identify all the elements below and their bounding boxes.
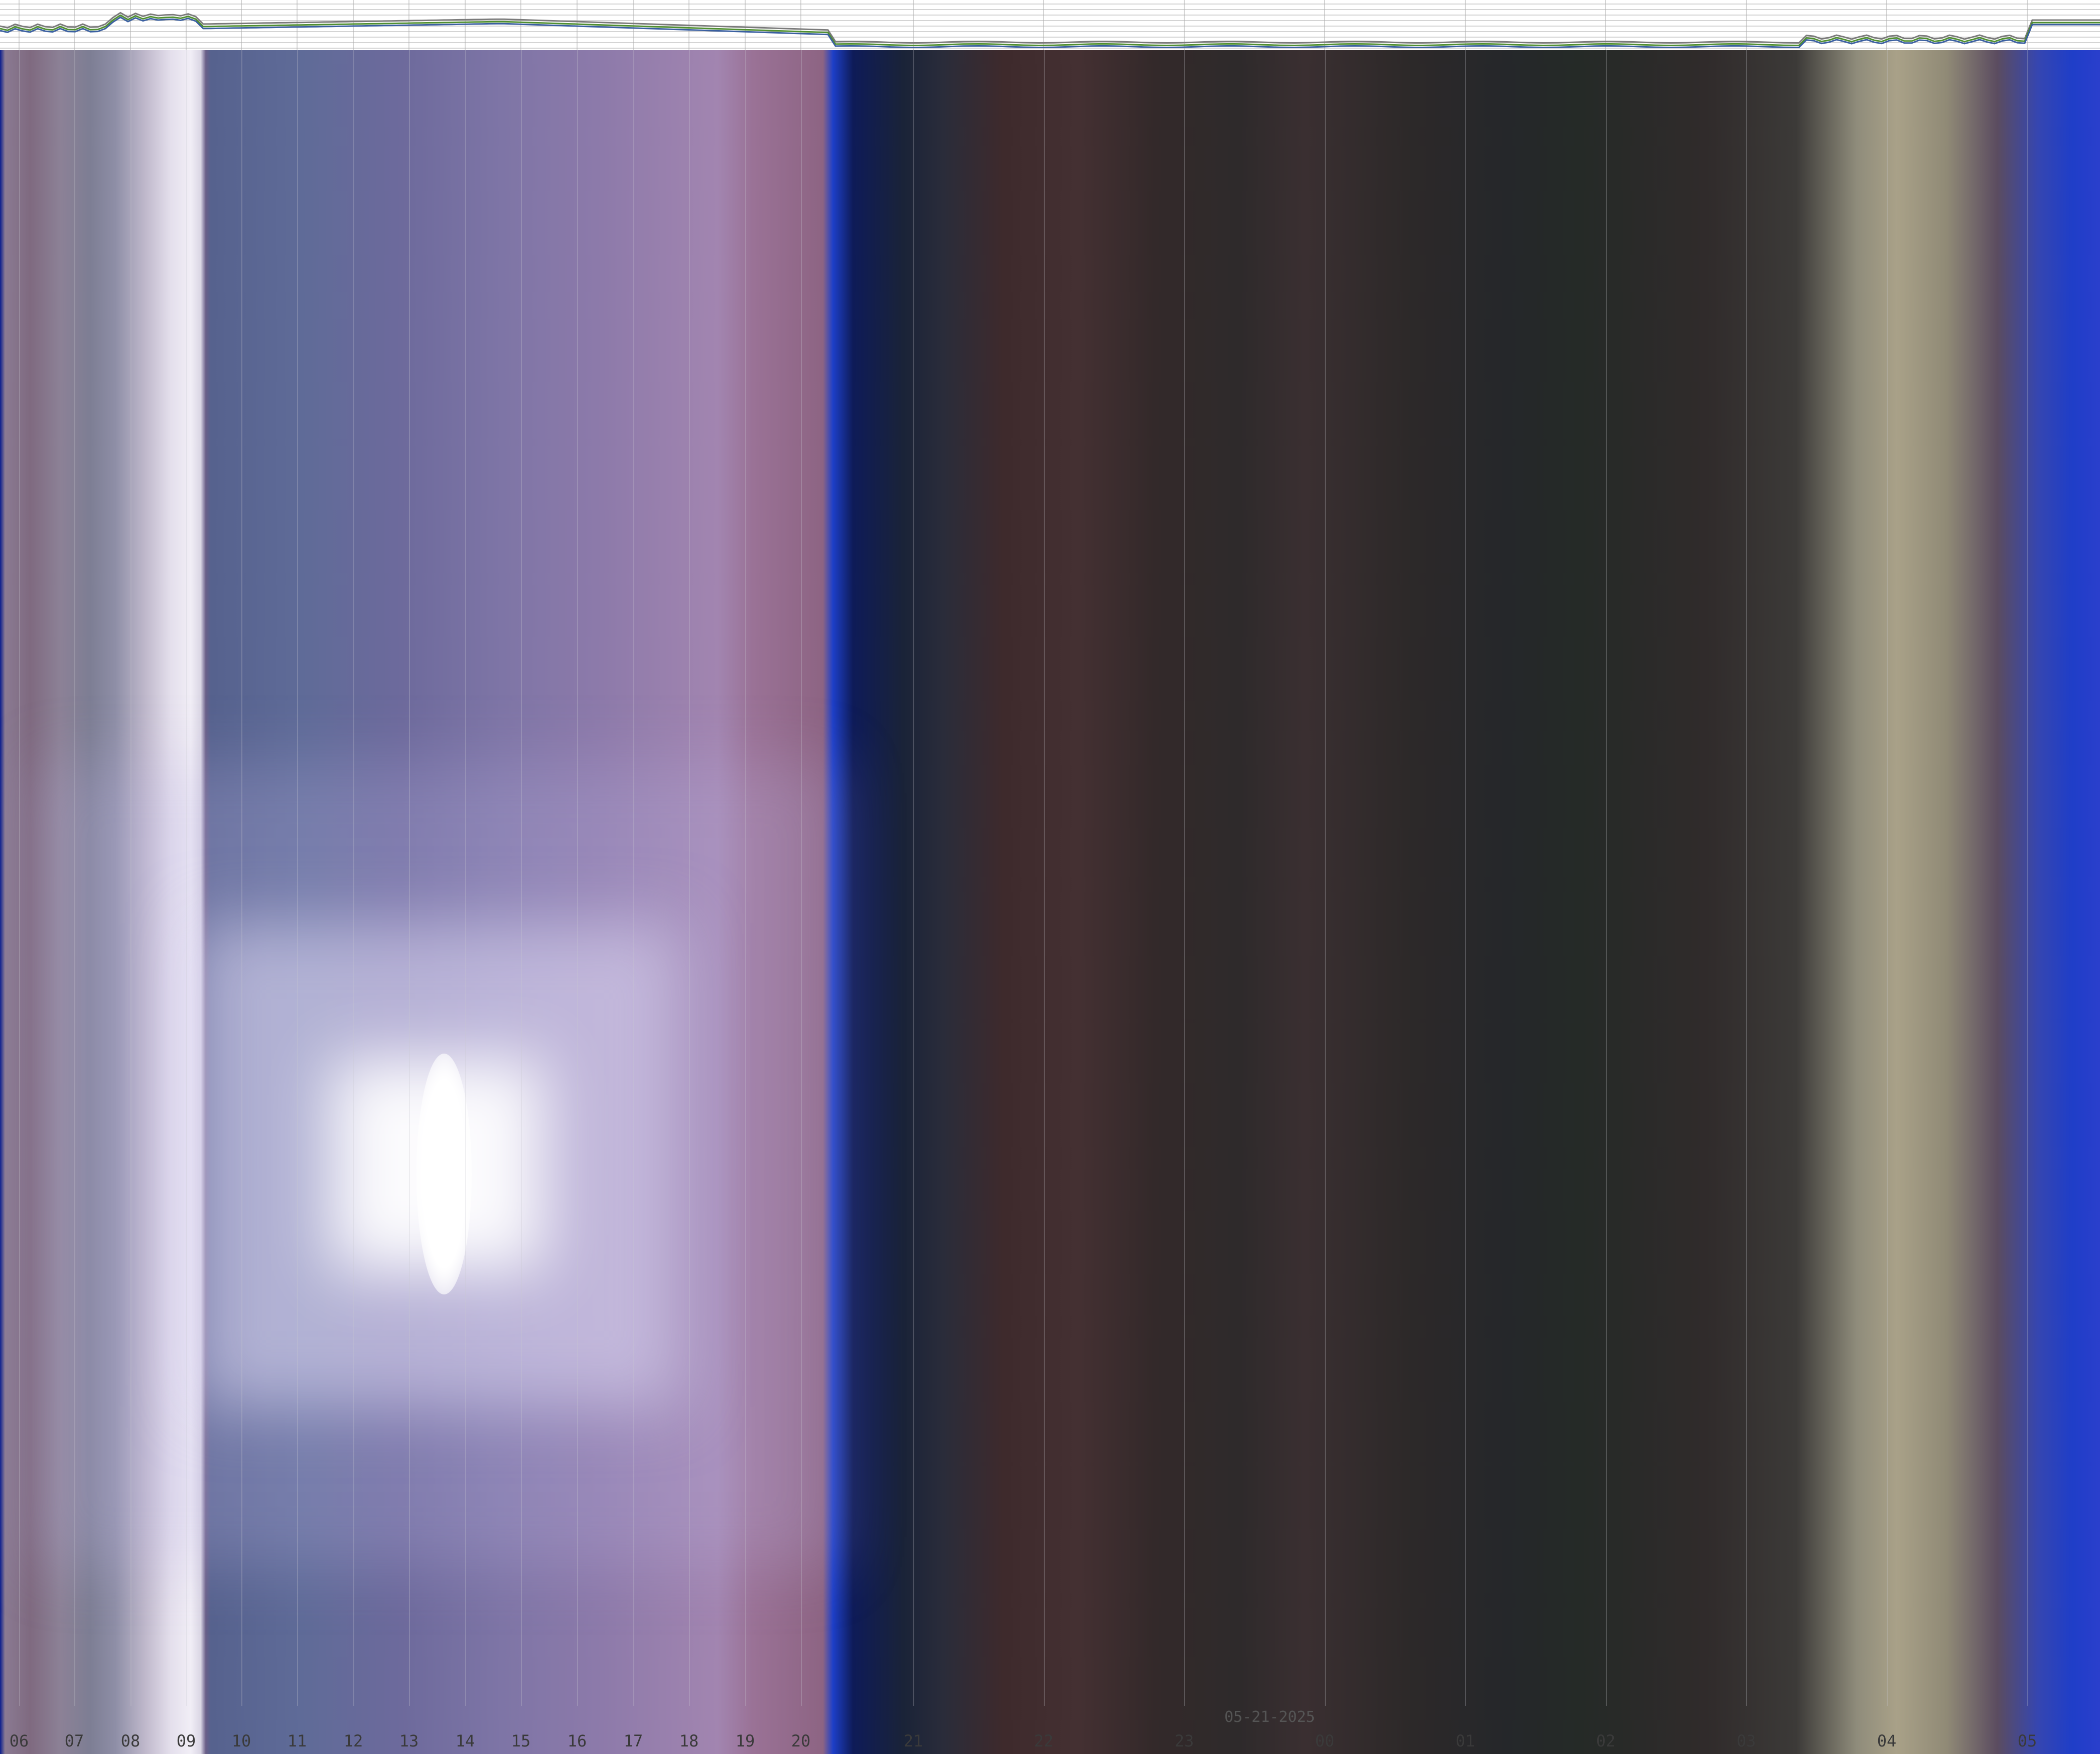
hour-grid-line xyxy=(1465,50,1466,1706)
hour-grid-line xyxy=(465,50,466,1706)
hour-grid-line xyxy=(1184,50,1185,1706)
hour-label: 04 xyxy=(1877,1731,1897,1750)
hour-grid-line xyxy=(745,50,746,1706)
hour-label: 11 xyxy=(287,1731,307,1750)
hour-grid-line xyxy=(241,50,242,1706)
hour-label: 05 xyxy=(2017,1731,2037,1750)
hour-label: 15 xyxy=(511,1731,531,1750)
hour-grid-line xyxy=(2027,50,2028,1706)
hour-grid-line xyxy=(577,50,578,1706)
hour-label: 17 xyxy=(623,1731,643,1750)
hour-label: 01 xyxy=(1455,1731,1475,1750)
secondary-trace xyxy=(0,14,2100,47)
hour-label: 21 xyxy=(903,1731,923,1750)
hour-grid-line xyxy=(74,50,75,1706)
hour-label: 19 xyxy=(735,1731,755,1750)
hour-label: 12 xyxy=(343,1731,363,1750)
hour-label: 03 xyxy=(1736,1731,1756,1750)
hour-label: 06 xyxy=(9,1731,29,1750)
hour-label: 14 xyxy=(455,1731,475,1750)
hour-grid-line xyxy=(297,50,298,1706)
hour-label: 10 xyxy=(231,1731,251,1750)
hour-grid-line xyxy=(1887,50,1888,1706)
brightness-graph xyxy=(0,0,2100,50)
hour-grid-line xyxy=(186,50,187,1706)
hour-grid-line xyxy=(409,50,410,1706)
hour-grid-line xyxy=(801,50,802,1706)
hour-grid-line xyxy=(1606,50,1607,1706)
hour-label: 07 xyxy=(64,1731,84,1750)
hour-grid-line xyxy=(521,50,522,1706)
sky-keogram-image xyxy=(0,50,2100,1754)
sun-core xyxy=(416,1054,472,1294)
brightness-graph-strip xyxy=(0,0,2100,50)
hour-grid-line xyxy=(353,50,354,1706)
hour-label: 16 xyxy=(567,1731,587,1750)
hour-grid-line xyxy=(19,50,20,1706)
hour-label: 02 xyxy=(1596,1731,1616,1750)
hour-label: 13 xyxy=(399,1731,419,1750)
hour-grid-line xyxy=(1044,50,1045,1706)
hour-grid-line xyxy=(1746,50,1747,1706)
hour-label: 08 xyxy=(120,1731,141,1750)
hour-grid-line xyxy=(633,50,634,1706)
date-caption: 05-21-2025 xyxy=(1224,1708,1315,1726)
hour-label: 09 xyxy=(176,1731,196,1750)
hour-grid-line xyxy=(689,50,690,1706)
hour-label: 23 xyxy=(1174,1731,1194,1750)
hour-label: 18 xyxy=(679,1731,699,1750)
hour-grid-line xyxy=(1325,50,1326,1706)
hour-label: 20 xyxy=(791,1731,811,1750)
hour-label: 00 xyxy=(1315,1731,1335,1750)
hour-label: 22 xyxy=(1034,1731,1054,1750)
hour-grid-line xyxy=(913,50,914,1706)
brightness-trace xyxy=(0,12,2100,44)
hour-grid-line xyxy=(130,50,131,1706)
